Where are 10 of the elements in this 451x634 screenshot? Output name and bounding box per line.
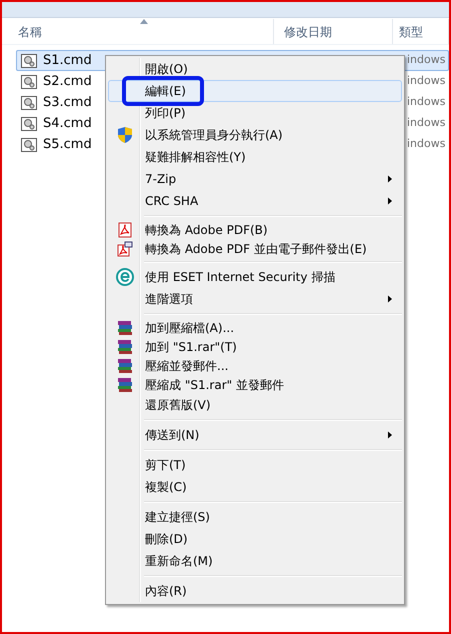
file-name: S3.cmd [43, 94, 92, 112]
file-type: indows [407, 137, 446, 150]
file-type: indows [407, 74, 446, 88]
file-type: indows [407, 95, 446, 108]
file-name: S1.cmd [43, 52, 92, 70]
file-type: indows [407, 53, 446, 66]
file-name: S4.cmd [43, 114, 92, 133]
file-type: indows [407, 116, 446, 130]
file-name: S5.cmd [43, 136, 92, 154]
file-name: S2.cmd [43, 72, 92, 91]
